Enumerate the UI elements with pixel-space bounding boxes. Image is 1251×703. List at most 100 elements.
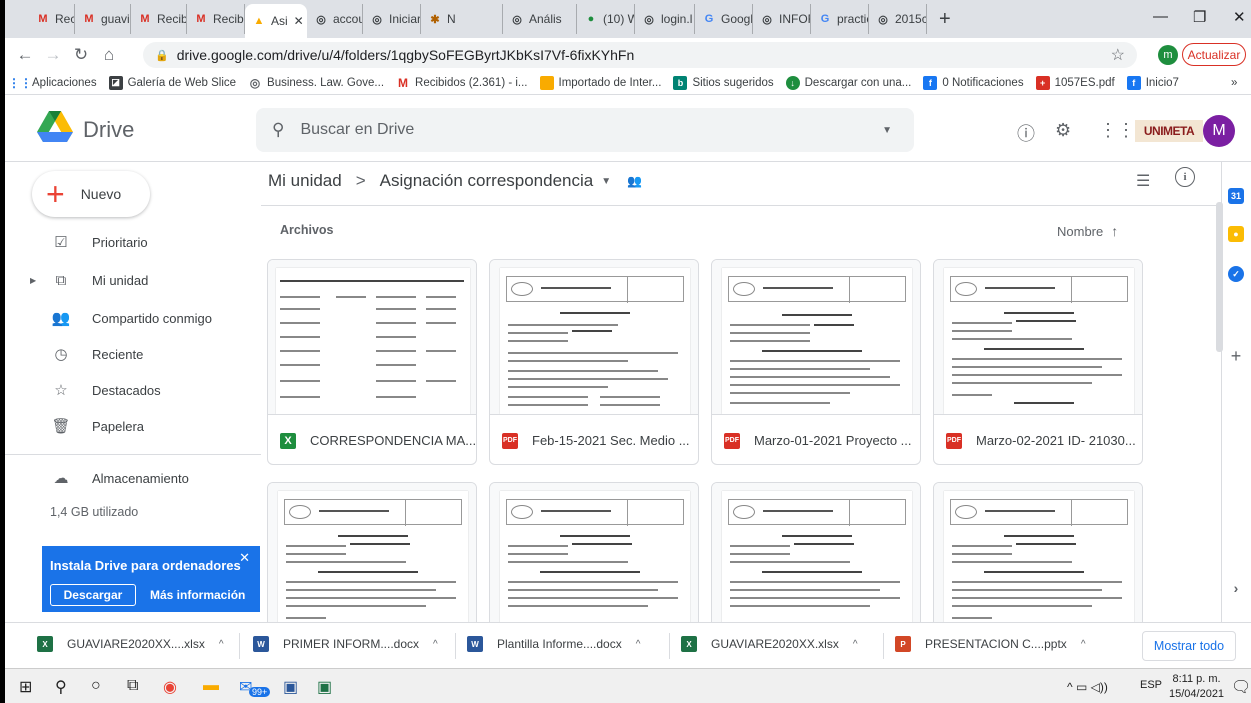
download-button[interactable]: Descargar: [50, 584, 136, 606]
file-card[interactable]: X CORRESPONDENCIA MA...: [267, 259, 477, 465]
close-tab-icon[interactable]: ✕: [294, 14, 304, 28]
download-item[interactable]: W Plantilla Informe....docx ^: [467, 636, 640, 652]
chrome-icon[interactable]: ◉: [163, 677, 177, 697]
info-icon[interactable]: i: [1175, 167, 1195, 187]
chevron-up-icon[interactable]: ^: [433, 639, 438, 650]
bookmark-imported-folder[interactable]: Importado de Inter...: [539, 75, 661, 90]
browser-profile-avatar[interactable]: m: [1158, 45, 1178, 65]
sidebar-item-trash[interactable]: 🗑 Papelera: [5, 410, 261, 442]
tab-9[interactable]: ●(10) W: [577, 4, 635, 34]
expand-caret-icon[interactable]: ▶: [30, 276, 36, 285]
help-icon[interactable]: ⓘ: [1017, 120, 1035, 146]
update-button[interactable]: Actualizar: [1182, 43, 1246, 66]
tab-1[interactable]: Mguavia: [75, 4, 131, 34]
reload-icon[interactable]: ↻: [67, 45, 95, 65]
account-avatar[interactable]: M: [1203, 115, 1235, 147]
tab-10[interactable]: ◎ login.l: [635, 4, 695, 34]
breadcrumb-current[interactable]: Asignación correspondencia: [380, 171, 594, 191]
close-window-icon[interactable]: ✕: [1233, 8, 1246, 26]
new-tab-icon[interactable]: +: [927, 8, 963, 31]
tab-12[interactable]: ◎INFOR: [753, 4, 811, 34]
system-tray-icons[interactable]: ^ ▭ ◁)): [1067, 680, 1108, 694]
gmail-icon: M: [196, 13, 206, 25]
file-card[interactable]: PDF Marzo-02-2021 ID- 21030...: [933, 259, 1143, 465]
tasks-icon[interactable]: ✓: [1228, 266, 1244, 282]
search-input[interactable]: ⚲ Buscar en Drive ▼: [256, 108, 914, 152]
language-indicator[interactable]: ESP: [1140, 679, 1162, 691]
restore-icon[interactable]: ❐: [1193, 8, 1206, 26]
download-item[interactable]: X GUAVIARE2020XX.xlsx ^: [681, 636, 858, 652]
chevron-up-icon[interactable]: ^: [219, 639, 224, 650]
drive-logo-icon[interactable]: [37, 111, 73, 143]
search-icon[interactable]: ⚲: [55, 677, 67, 697]
tab-14[interactable]: ◎ 2015c: [869, 4, 927, 34]
word-icon[interactable]: ▣: [283, 677, 298, 697]
download-item[interactable]: W PRIMER INFORM....docx ^: [253, 636, 438, 652]
tab-4-active[interactable]: ▲ Asi ✕: [245, 4, 307, 38]
back-icon[interactable]: ←: [11, 45, 39, 65]
tab-2[interactable]: MRecibic: [131, 4, 187, 34]
close-icon[interactable]: ✕: [239, 550, 250, 566]
tab-13[interactable]: Gpractic: [811, 4, 869, 34]
drive-icon: ▲: [253, 15, 265, 27]
address-bar[interactable]: 🔒 drive.google.com/drive/u/4/folders/1qg…: [143, 42, 1137, 68]
tab-0[interactable]: MRecibic: [29, 4, 75, 34]
bookmark-inicio[interactable]: f Inicio7: [1126, 75, 1179, 90]
tab-11[interactable]: G Googl: [695, 4, 753, 34]
bookmark-webslice[interactable]: ◪ Galería de Web Slice: [108, 75, 236, 90]
file-thumbnail: [490, 483, 698, 637]
cortana-icon[interactable]: ○: [91, 677, 101, 695]
file-explorer-icon[interactable]: ▬: [203, 677, 219, 695]
chevron-up-icon[interactable]: ^: [636, 639, 641, 650]
bookmark-notifications[interactable]: f0 Notificaciones: [923, 75, 1024, 90]
tab-5[interactable]: ◎accour: [307, 4, 363, 34]
bookmark-star-icon[interactable]: ☆: [1111, 45, 1125, 65]
chevron-up-icon[interactable]: ^: [853, 639, 858, 650]
sidebar-item-shared[interactable]: 👥 Compartido conmigo: [5, 302, 261, 334]
clock[interactable]: 8:11 p. m. 15/04/2021: [1169, 672, 1224, 702]
tab-8[interactable]: ◎ Anális: [503, 4, 577, 34]
download-item[interactable]: P PRESENTACION C....pptx ^: [895, 636, 1086, 652]
new-button[interactable]: + Nuevo: [32, 171, 150, 217]
breadcrumb-root[interactable]: Mi unidad: [268, 171, 342, 191]
home-icon[interactable]: ⌂: [95, 45, 123, 65]
bookmark-suggested-sites[interactable]: b Sitios sugeridos: [673, 75, 774, 90]
notifications-icon[interactable]: 🗨: [1231, 677, 1251, 697]
more-info-link[interactable]: Más información: [150, 588, 245, 602]
drive-title[interactable]: Drive: [83, 117, 134, 143]
sidebar-item-priority[interactable]: ☑ Prioritario: [5, 226, 261, 258]
folder-menu-chevron-icon[interactable]: ▼: [601, 176, 611, 187]
settings-gear-icon[interactable]: ⚙: [1055, 120, 1071, 141]
tab-7[interactable]: ✱ N: [421, 4, 503, 34]
show-all-downloads-button[interactable]: Mostrar todo: [1142, 631, 1236, 661]
bookmark-pdf[interactable]: +1057ES.pdf: [1035, 75, 1115, 90]
task-view-icon[interactable]: ⧉: [127, 677, 138, 695]
sidebar-item-storage[interactable]: ☁ Almacenamiento: [5, 462, 261, 494]
tab-6[interactable]: ◎ Iniciar: [363, 4, 421, 34]
add-addon-icon[interactable]: +: [1228, 346, 1244, 366]
more-bookmarks-icon[interactable]: »: [1231, 77, 1237, 89]
sort-control[interactable]: Nombre ↑: [1057, 223, 1118, 239]
bookmark-apps[interactable]: ⋮⋮ Aplicaciones: [8, 76, 97, 90]
bookmark-download[interactable]: ↓ Descargar con una...: [785, 75, 911, 90]
tab-3[interactable]: MRecibic: [187, 4, 245, 34]
bookmark-inbox[interactable]: M Recibidos (2.361) - i...: [396, 76, 528, 90]
forward-icon[interactable]: →: [39, 45, 67, 65]
download-item[interactable]: X GUAVIARE2020XX....xlsx ^: [37, 636, 224, 652]
sidebar-item-starred[interactable]: ☆ Destacados: [5, 374, 261, 406]
file-card[interactable]: PDF Feb-15-2021 Sec. Medio ...: [489, 259, 699, 465]
sidebar-item-my-drive[interactable]: ▶ ⧉ Mi unidad: [5, 264, 261, 296]
file-name: CORRESPONDENCIA MA...: [310, 433, 477, 448]
keep-icon[interactable]: ●: [1228, 226, 1244, 242]
calendar-icon[interactable]: 31: [1228, 188, 1244, 204]
minimize-icon[interactable]: —: [1153, 8, 1168, 25]
bookmark-business[interactable]: ◎ Business. Law. Gove...: [248, 76, 384, 90]
expand-panel-icon[interactable]: ›: [1228, 580, 1244, 596]
chevron-up-icon[interactable]: ^: [1081, 639, 1086, 650]
search-options-icon[interactable]: ▼: [882, 125, 892, 136]
list-view-icon[interactable]: ☰: [1136, 171, 1150, 191]
sidebar-item-recent[interactable]: ◷ Reciente: [5, 338, 261, 370]
excel-icon[interactable]: ▣: [317, 677, 332, 697]
file-card[interactable]: PDF Marzo-01-2021 Proyecto ...: [711, 259, 921, 465]
windows-start-icon[interactable]: ⊞: [19, 677, 32, 697]
